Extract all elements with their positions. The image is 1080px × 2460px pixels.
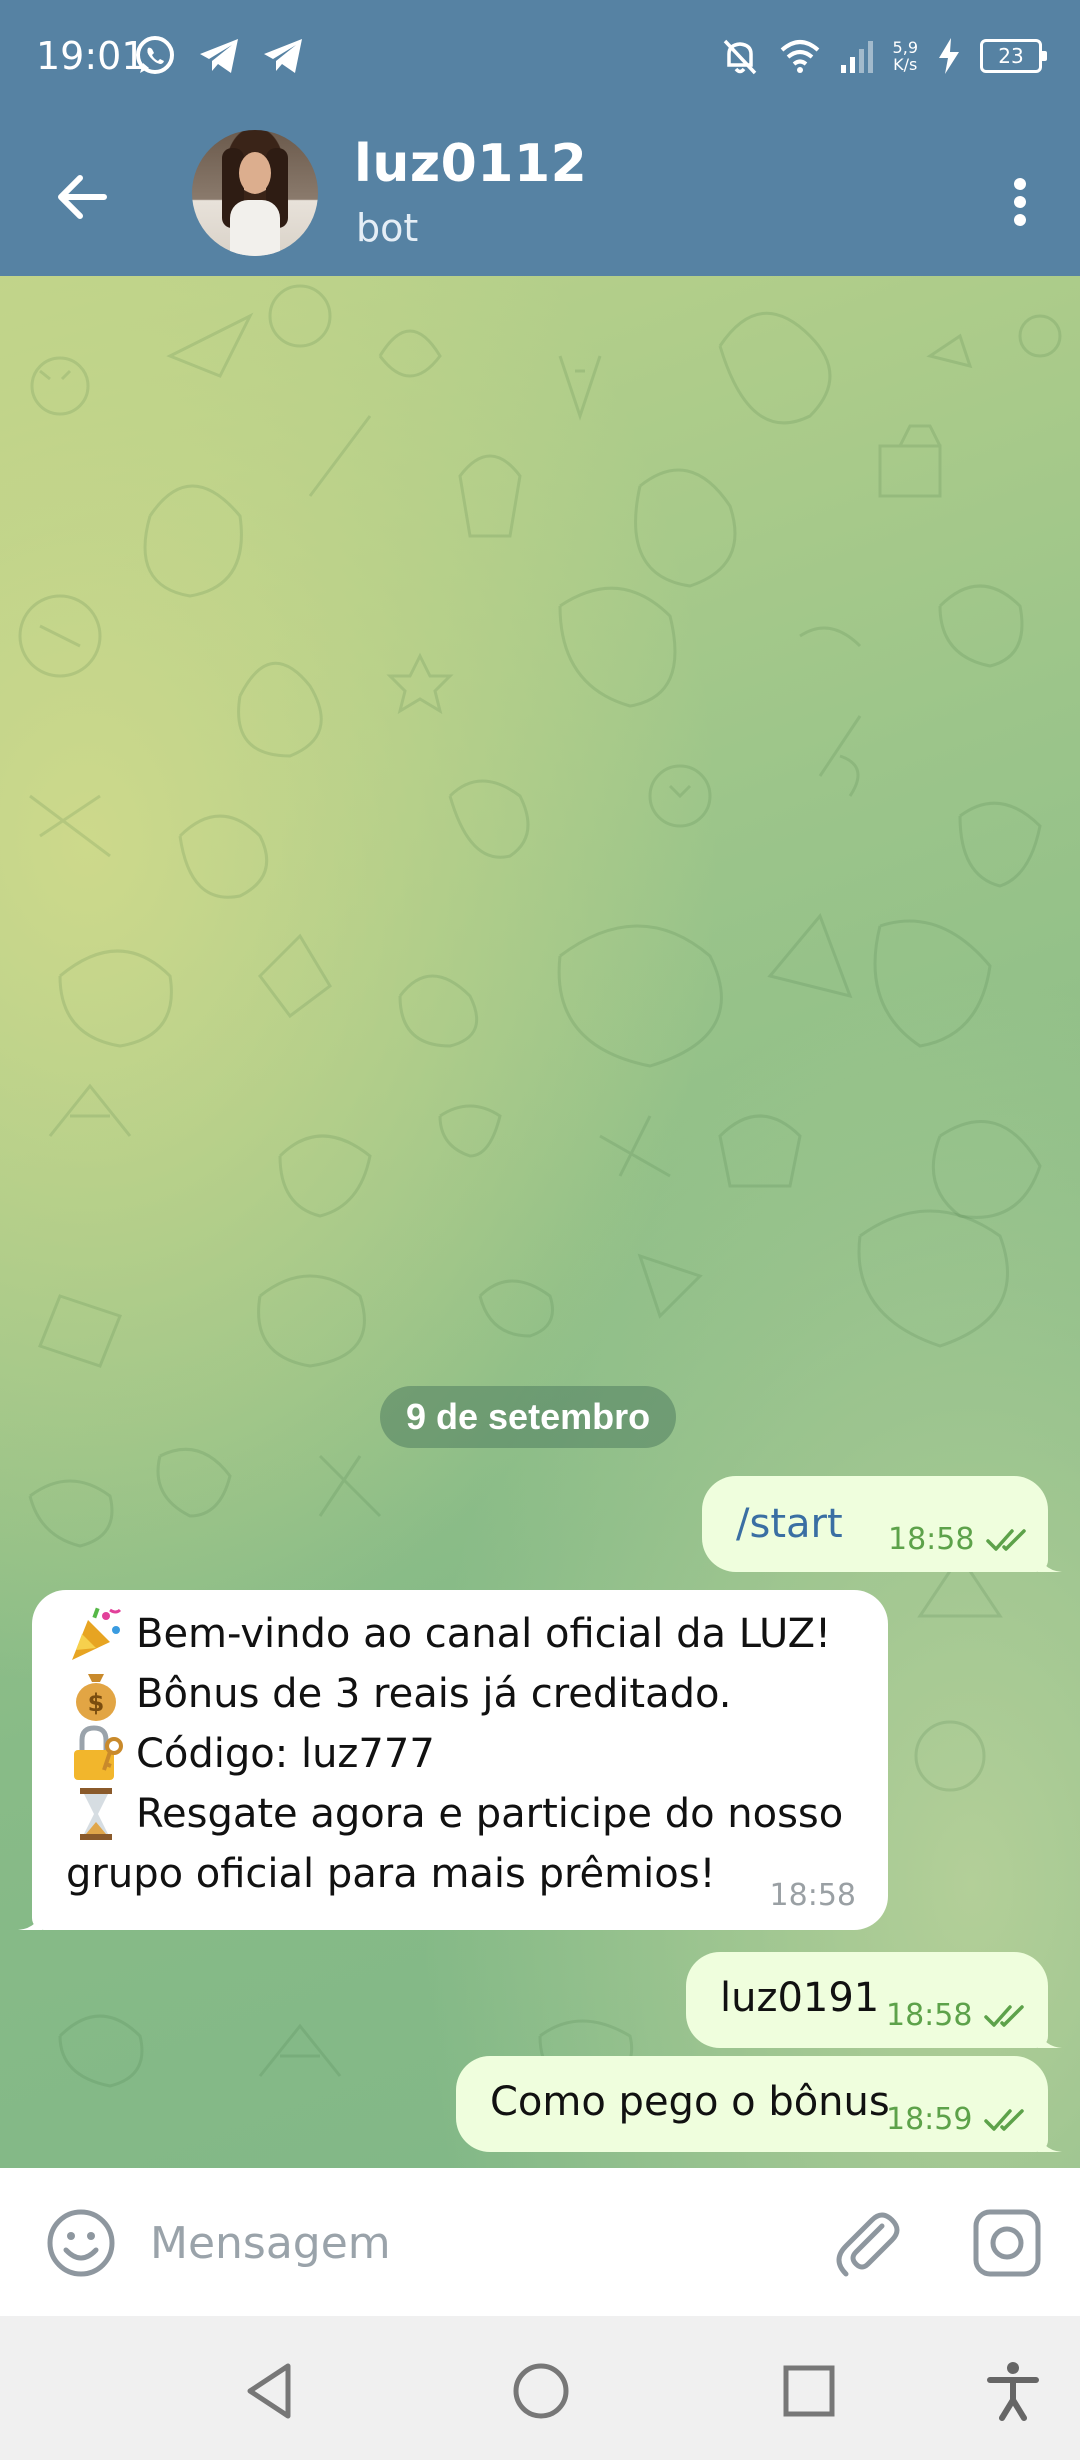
message-text[interactable]: grupo oficial para mais prêmios! xyxy=(66,1844,716,1904)
hourglass-icon xyxy=(80,1788,112,1840)
status-right: 5,9 K/s 23 xyxy=(719,28,1047,84)
status-bar: 19:01 5,9 K/s 23 xyxy=(0,0,1080,110)
message-line: grupo oficial para mais prêmios! xyxy=(66,1844,862,1904)
chat-subtitle: bot xyxy=(356,206,419,250)
network-speed: 5,9 K/s xyxy=(892,38,918,74)
chat-title[interactable]: luz0112 xyxy=(354,132,587,196)
avatar[interactable] xyxy=(192,130,318,256)
money-bag-icon: $ xyxy=(76,1674,116,1721)
emoji-icon[interactable] xyxy=(44,2206,118,2280)
nav-recents-icon[interactable] xyxy=(774,2356,844,2426)
battery-level: 23 xyxy=(980,39,1047,73)
bubble-tail xyxy=(18,1906,42,1930)
message-line: Código: luz777 xyxy=(66,1724,862,1784)
message-outgoing[interactable]: luz0191 18:58 xyxy=(686,1952,1062,2048)
message-text[interactable]: Bem-vindo ao canal oficial da LUZ! xyxy=(136,1604,831,1664)
message-meta: 18:58 xyxy=(770,1878,856,1914)
telegram-icon xyxy=(264,39,302,73)
message-time: 18:58 xyxy=(886,1998,973,2033)
chat-area[interactable]: 9 de setembro /start 18:58 Bem-vindo ao … xyxy=(0,276,1080,2168)
message-incoming[interactable]: Bem-vindo ao canal oficial da LUZ! $ Bôn… xyxy=(18,1590,888,1930)
double-check-icon xyxy=(984,2005,1025,2027)
nav-home-icon[interactable] xyxy=(506,2356,576,2426)
message-meta: 18:58 xyxy=(886,1998,1036,2034)
chat-header: luz0112 bot xyxy=(0,110,1080,276)
message-line: Resgate agora e participe do nosso xyxy=(66,1784,862,1844)
bubble-tail xyxy=(1038,2024,1062,2048)
message-outgoing[interactable]: /start 18:58 xyxy=(702,1476,1062,1572)
double-check-icon xyxy=(986,1529,1027,1551)
system-nav-bar xyxy=(0,2316,1080,2460)
camera-icon[interactable] xyxy=(970,2206,1044,2280)
message-time: 18:58 xyxy=(888,1522,975,1557)
message-meta: 18:58 xyxy=(888,1522,1038,1558)
nav-back-icon[interactable] xyxy=(236,2356,306,2426)
back-arrow-icon[interactable] xyxy=(48,162,118,232)
message-time: 18:58 xyxy=(769,1878,856,1913)
whatsapp-icon xyxy=(136,36,174,74)
charging-icon xyxy=(939,38,959,74)
bell-off-icon xyxy=(723,39,756,75)
paperclip-icon[interactable] xyxy=(830,2204,906,2280)
message-time: 18:59 xyxy=(886,2102,973,2137)
accessibility-icon[interactable] xyxy=(978,2356,1048,2426)
message-input-bar xyxy=(0,2168,1080,2316)
message-input[interactable] xyxy=(150,2208,790,2278)
top-bar: 19:01 5,9 K/s 23 luz0112 bot xyxy=(0,0,1080,276)
message-line: $ Bônus de 3 reais já creditado. xyxy=(66,1664,862,1724)
status-time: 19:01 xyxy=(36,34,146,78)
message-outgoing[interactable]: Como pego o bônus 18:59 xyxy=(456,2056,1062,2152)
message-text[interactable]: Bônus de 3 reais já creditado. xyxy=(136,1664,732,1724)
message-text[interactable]: Como pego o bônus xyxy=(490,2072,890,2132)
message-text[interactable]: Código: luz777 xyxy=(136,1724,435,1784)
more-options-icon[interactable] xyxy=(990,162,1050,242)
message-text[interactable]: Resgate agora e participe do nosso xyxy=(136,1784,843,1844)
bubble-tail xyxy=(1038,1548,1062,1572)
wifi-icon xyxy=(780,40,819,73)
notification-icons xyxy=(132,28,306,84)
signal-icon xyxy=(840,41,873,73)
party-popper-icon xyxy=(72,1607,122,1660)
telegram-icon xyxy=(200,39,238,73)
message-meta: 18:59 xyxy=(886,2102,1036,2138)
message-line: Bem-vindo ao canal oficial da LUZ! xyxy=(66,1604,862,1664)
message-text[interactable]: luz0191 xyxy=(720,1968,879,2028)
bubble-tail xyxy=(1038,2128,1062,2152)
date-separator: 9 de setembro xyxy=(380,1386,677,1448)
double-check-icon xyxy=(984,2109,1025,2131)
lock-with-key-icon xyxy=(74,1725,123,1780)
message-text[interactable]: /start xyxy=(736,1494,843,1554)
svg-text:$: $ xyxy=(88,1689,105,1717)
